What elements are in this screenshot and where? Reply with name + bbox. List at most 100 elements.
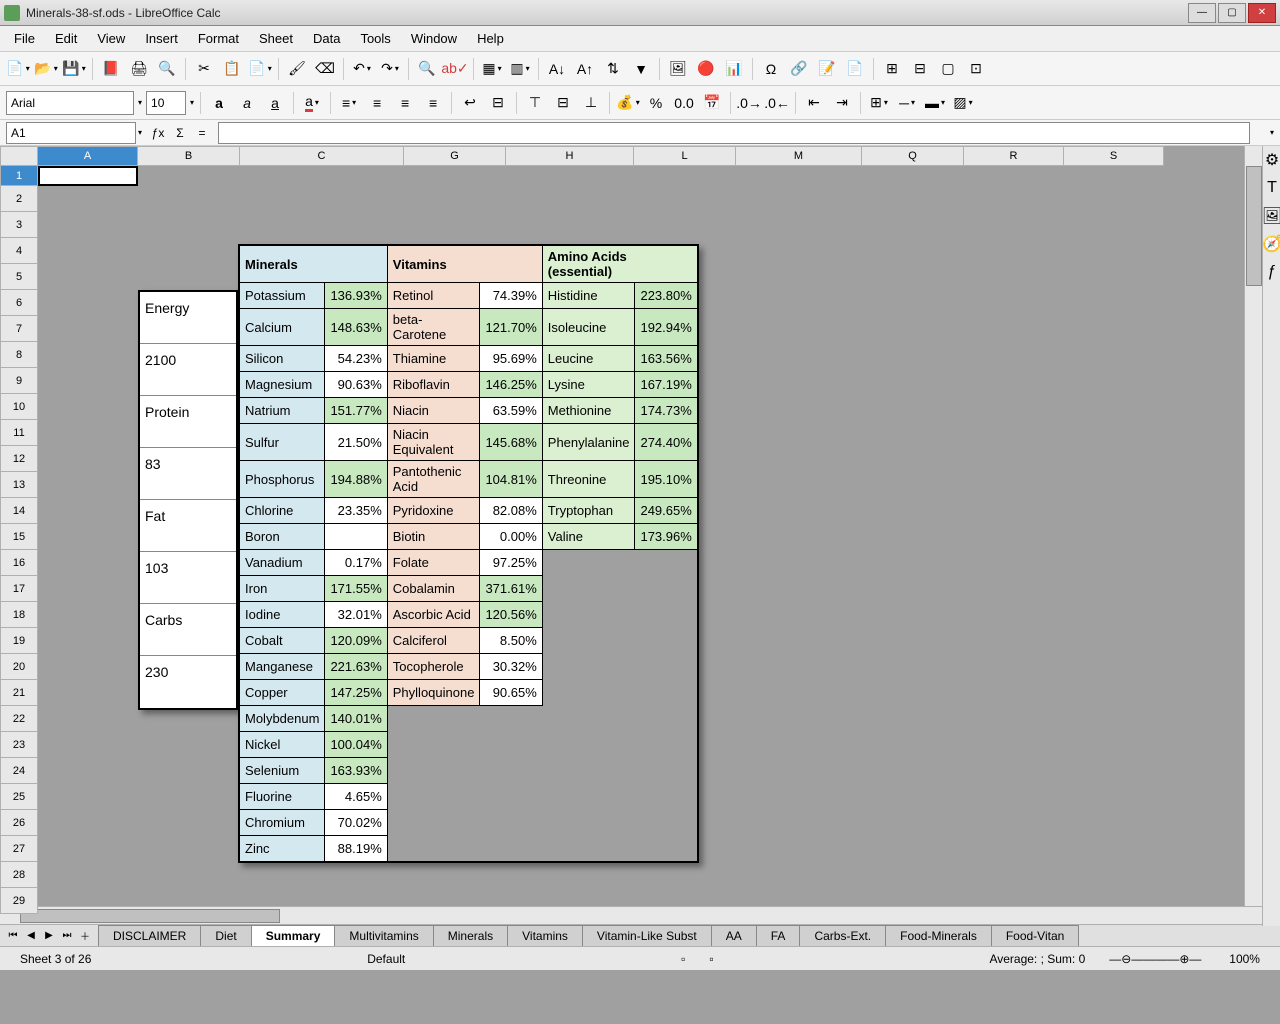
column-header-R[interactable]: R (964, 146, 1064, 166)
mineral-value-cell[interactable]: 21.50% (325, 424, 387, 461)
mineral-value-cell[interactable]: 151.77% (325, 398, 387, 424)
sheet-tab-vitamin-like-subst[interactable]: Vitamin-Like Subst (582, 925, 712, 946)
aa-name-cell[interactable]: Lysine (542, 372, 635, 398)
aa-value-cell[interactable]: 274.40% (635, 424, 698, 461)
sidebar-gallery-icon[interactable]: 🖼 (1263, 202, 1280, 230)
aa-name-cell[interactable]: Isoleucine (542, 309, 635, 346)
vitamin-value-cell[interactable]: 121.70% (480, 309, 542, 346)
menu-sheet[interactable]: Sheet (249, 27, 303, 50)
tab-prev-button[interactable]: ◀ (22, 927, 40, 945)
save-button[interactable]: 💾▾ (62, 57, 86, 81)
selection-mode-icon[interactable]: ▫ (697, 952, 725, 966)
energy-cell[interactable]: Protein (140, 396, 236, 448)
row-header-14[interactable]: 14 (0, 498, 38, 524)
page-style[interactable]: Default (355, 952, 417, 966)
column-header-B[interactable]: B (138, 146, 240, 166)
menu-format[interactable]: Format (188, 27, 249, 50)
sidebar-styles-icon[interactable]: T (1263, 174, 1280, 202)
mineral-value-cell[interactable]: 140.01% (325, 706, 387, 732)
increase-indent-button[interactable]: ⇥ (830, 91, 854, 115)
row-header-2[interactable]: 2 (0, 186, 38, 212)
energy-cell[interactable]: Carbs (140, 604, 236, 656)
headers-footers-button[interactable]: 📄 (843, 57, 867, 81)
insert-mode-icon[interactable]: ▫ (669, 952, 697, 966)
energy-cell[interactable]: 230 (140, 656, 236, 708)
menu-help[interactable]: Help (467, 27, 514, 50)
mineral-value-cell[interactable]: 54.23% (325, 346, 387, 372)
amino-acids-header[interactable]: Amino Acids (essential) (542, 245, 698, 283)
vitamin-name-cell[interactable]: Phylloquinone (387, 680, 480, 706)
sheet-tab-carbs-ext-[interactable]: Carbs-Ext. (799, 925, 886, 946)
vitamin-name-cell[interactable]: Thiamine (387, 346, 480, 372)
mineral-name-cell[interactable]: Natrium (239, 398, 325, 424)
mineral-name-cell[interactable]: Potassium (239, 283, 325, 309)
sheet-tab-multivitamins[interactable]: Multivitamins (334, 925, 433, 946)
row-header-4[interactable]: 4 (0, 238, 38, 264)
tab-next-button[interactable]: ▶ (40, 927, 58, 945)
vitamin-value-cell[interactable]: 95.69% (480, 346, 542, 372)
mineral-value-cell[interactable]: 221.63% (325, 654, 387, 680)
italic-button[interactable]: a (235, 91, 259, 115)
row-header-27[interactable]: 27 (0, 836, 38, 862)
vitamin-name-cell[interactable]: Cobalamin (387, 576, 480, 602)
mineral-value-cell[interactable]: 100.04% (325, 732, 387, 758)
row-header-9[interactable]: 9 (0, 368, 38, 394)
vitamin-name-cell[interactable]: Tocopherole (387, 654, 480, 680)
row-header-23[interactable]: 23 (0, 732, 38, 758)
redo-button[interactable]: ↷▾ (378, 57, 402, 81)
background-color-button[interactable]: ▨▾ (951, 91, 975, 115)
copy-button[interactable]: 📋 (220, 57, 244, 81)
row-header-8[interactable]: 8 (0, 342, 38, 368)
export-pdf-button[interactable]: 📕 (99, 57, 123, 81)
row-header-24[interactable]: 24 (0, 758, 38, 784)
vitamin-name-cell[interactable]: Ascorbic Acid (387, 602, 480, 628)
formula-input[interactable] (218, 122, 1250, 144)
row-header-16[interactable]: 16 (0, 550, 38, 576)
number-format-button[interactable]: 0.0 (672, 91, 696, 115)
vitamin-value-cell[interactable]: 120.56% (480, 602, 542, 628)
vitamin-name-cell[interactable]: Niacin Equivalent (387, 424, 480, 461)
data-sources-button[interactable]: ⊡ (964, 57, 988, 81)
clear-formatting-button[interactable]: ⌫ (313, 57, 337, 81)
print-button[interactable]: 🖨 (127, 57, 151, 81)
format-paintbrush-button[interactable]: 🖌 (285, 57, 309, 81)
currency-button[interactable]: 💰▾ (616, 91, 640, 115)
sort-asc-button[interactable]: A↓ (545, 57, 569, 81)
find-button[interactable]: 🔍 (415, 57, 439, 81)
mineral-value-cell[interactable]: 0.17% (325, 550, 387, 576)
mineral-value-cell[interactable]: 194.88% (325, 461, 387, 498)
mineral-name-cell[interactable]: Chlorine (239, 498, 325, 524)
align-right-button[interactable]: ≡ (421, 91, 445, 115)
percent-button[interactable]: % (644, 91, 668, 115)
insert-chart-button[interactable]: 🔴 (694, 57, 718, 81)
border-color-button[interactable]: ▬▾ (923, 91, 947, 115)
energy-cell[interactable]: 2100 (140, 344, 236, 396)
vitamin-value-cell[interactable]: 371.61% (480, 576, 542, 602)
row-header-15[interactable]: 15 (0, 524, 38, 550)
mineral-name-cell[interactable]: Phosphorus (239, 461, 325, 498)
insert-image-button[interactable]: 🖼 (666, 57, 690, 81)
horizontal-scrollbar-thumb[interactable] (20, 909, 280, 923)
mineral-name-cell[interactable]: Magnesium (239, 372, 325, 398)
mineral-name-cell[interactable]: Selenium (239, 758, 325, 784)
new-file-button[interactable]: 📄▾ (6, 57, 30, 81)
mineral-value-cell[interactable]: 23.35% (325, 498, 387, 524)
sheet-tab-diet[interactable]: Diet (200, 925, 251, 946)
align-center-h-button[interactable]: ≡ (365, 91, 389, 115)
row-header-21[interactable]: 21 (0, 680, 38, 706)
row-header-29[interactable]: 29 (0, 888, 38, 914)
vitamin-value-cell[interactable]: 145.68% (480, 424, 542, 461)
open-file-button[interactable]: 📂▾ (34, 57, 58, 81)
tab-add-button[interactable]: ＋ (76, 927, 94, 945)
aa-value-cell[interactable]: 173.96% (635, 524, 698, 550)
vitamin-name-cell[interactable]: Pantothenic Acid (387, 461, 480, 498)
row-header-12[interactable]: 12 (0, 446, 38, 472)
energy-cell[interactable]: 83 (140, 448, 236, 500)
hyperlink-button[interactable]: 🔗 (787, 57, 811, 81)
function-wizard-button[interactable]: ƒx (148, 123, 168, 143)
mineral-name-cell[interactable]: Vanadium (239, 550, 325, 576)
row-header-22[interactable]: 22 (0, 706, 38, 732)
menu-edit[interactable]: Edit (45, 27, 87, 50)
sheet-tab-food-vitan[interactable]: Food-Vitan (991, 925, 1079, 946)
column-header-G[interactable]: G (404, 146, 506, 166)
